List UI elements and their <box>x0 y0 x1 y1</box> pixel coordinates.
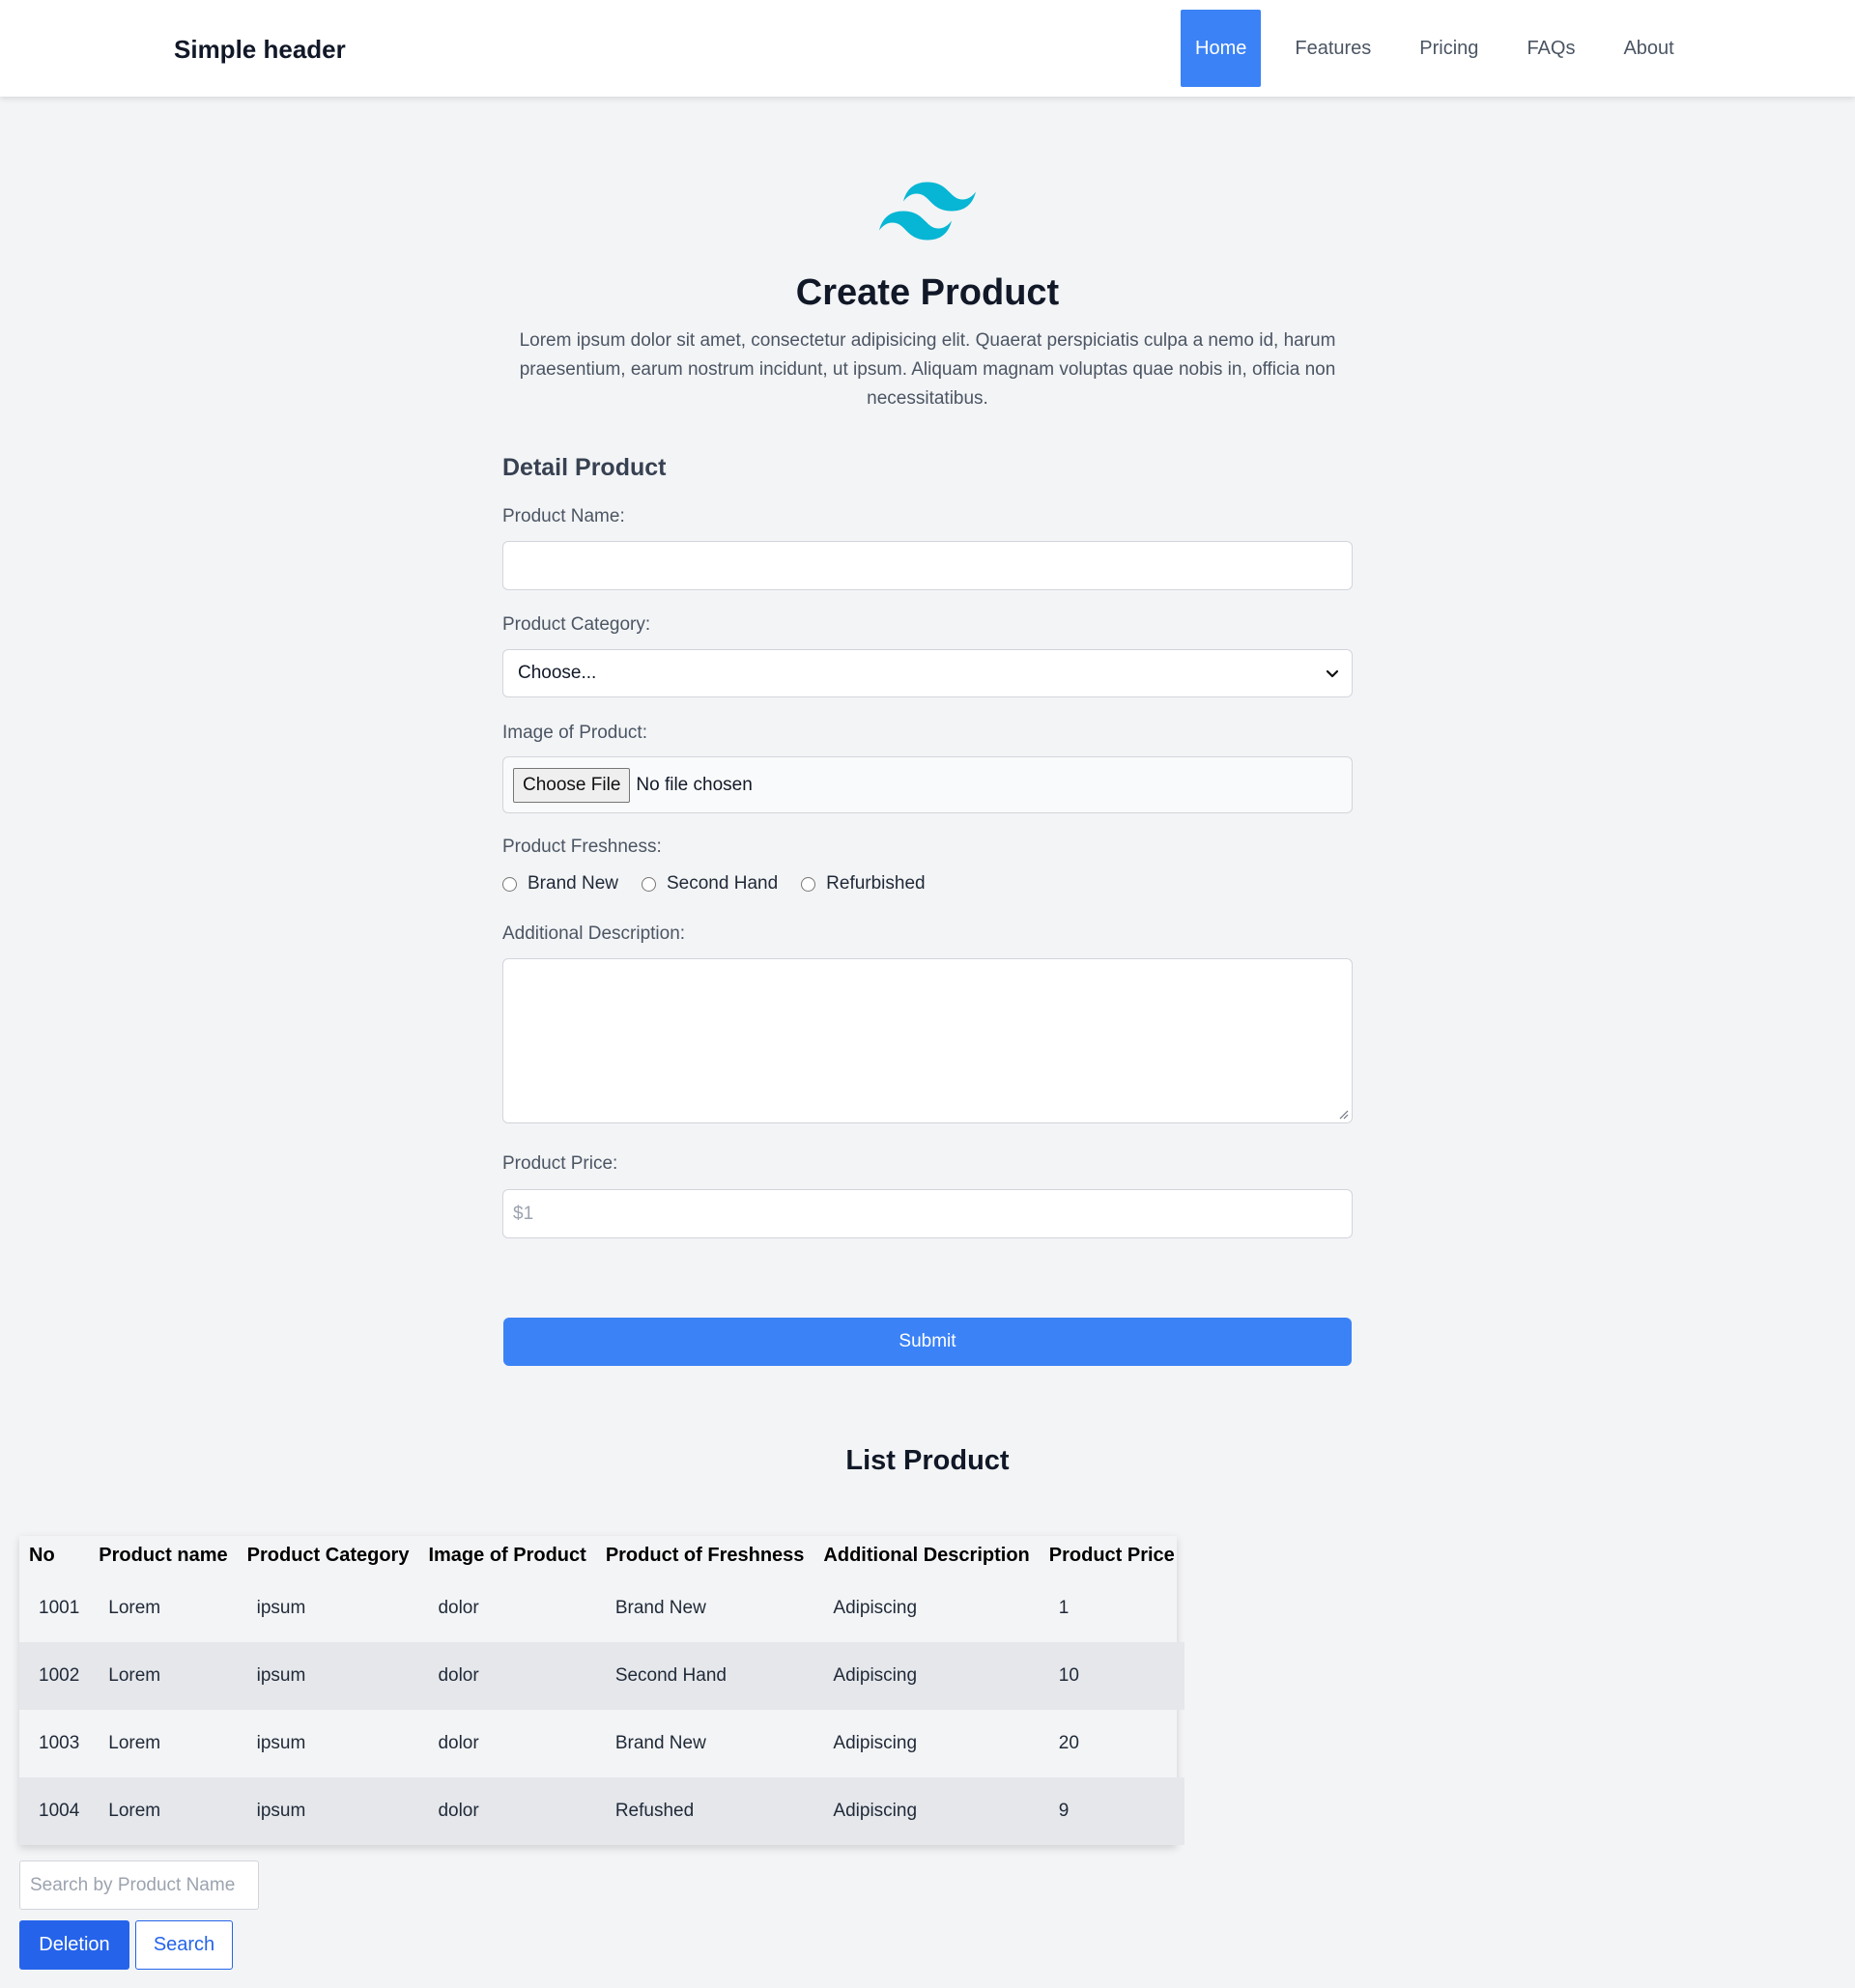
column-header-product-price: Product Price <box>1048 1544 1175 1566</box>
choose-file-button[interactable]: Choose File <box>513 767 631 803</box>
chevron-down-icon <box>1326 669 1339 678</box>
table-cell: ipsum <box>237 1642 419 1710</box>
table-cell: Lorem <box>89 1642 238 1710</box>
table-cell: Brand New <box>614 1733 706 1753</box>
nav-item-features[interactable]: Features <box>1280 10 1385 87</box>
product-name-label: Product Name: <box>502 506 625 526</box>
table-cell: 1001 <box>39 1598 80 1618</box>
table-cell: Lorem <box>108 1598 161 1618</box>
product-category-selected: Choose... <box>518 663 597 683</box>
top-header: Simple header Home Features Pricing FAQs… <box>0 0 1855 97</box>
nav-item-pricing[interactable]: Pricing <box>1405 10 1493 87</box>
table-header-row: No Product name Product Category Image o… <box>19 1536 1184 1575</box>
list-product-title: List Product <box>845 1445 1010 1476</box>
table-cell: ipsum <box>237 1777 419 1845</box>
table-cell: dolor <box>438 1598 479 1618</box>
radio-refurbished[interactable] <box>801 876 816 892</box>
table-cell: dolor <box>418 1777 596 1845</box>
brand-title[interactable]: Simple header <box>174 35 346 65</box>
section-title-detail-product: Detail Product <box>502 454 667 481</box>
radio-brand-new[interactable] <box>502 876 517 892</box>
column-header-product-category: Product Category <box>246 1544 410 1566</box>
table-row[interactable]: 1002 Lorem ipsum dolor Second Hand Adipi… <box>19 1642 1184 1710</box>
table-cell: ipsum <box>256 1598 306 1618</box>
tailwind-wave-logo-icon <box>879 182 976 241</box>
radio-refurbished-label: Refurbished <box>826 873 926 894</box>
column-header-product-of-freshness: Product of Freshness <box>605 1544 805 1566</box>
table-row[interactable]: 1003 Lorem ipsum dolor Brand New Adipisc… <box>19 1710 1184 1777</box>
table-row[interactable]: 1001 Lorem ipsum dolor Brand New Adipisc… <box>19 1575 1184 1642</box>
product-table: No Product name Product Category Image o… <box>19 1536 1184 1845</box>
product-category-select[interactable]: Choose... <box>502 649 1353 697</box>
submit-button[interactable]: Submit <box>503 1318 1352 1366</box>
resize-grip-icon[interactable] <box>1337 1108 1349 1120</box>
table-cell: 1004 <box>19 1777 90 1845</box>
product-price-placeholder: $1 <box>513 1203 534 1224</box>
radio-brand-new-label: Brand New <box>528 873 618 894</box>
column-header-image-of-product: Image of Product <box>428 1544 586 1566</box>
freshness-radio-group: Brand New Second Hand Refurbished <box>502 873 949 895</box>
main-nav: Home Features Pricing FAQs About <box>1181 10 1708 87</box>
deletion-button[interactable]: Deletion <box>19 1920 129 1970</box>
product-category-label: Product Category: <box>502 614 651 635</box>
product-table-container: No Product name Product Category Image o… <box>19 1536 1184 1845</box>
product-image-file-input[interactable]: Choose File No file chosen <box>502 756 1353 813</box>
table-row[interactable]: 1004 Lorem ipsum dolor Refushed Adipisci… <box>19 1777 1184 1845</box>
table-cell: Brand New <box>614 1598 706 1618</box>
table-cell: 1 <box>1058 1598 1070 1618</box>
freshness-option-brand-new[interactable]: Brand New <box>502 873 618 895</box>
table-cell: 1003 <box>39 1733 80 1753</box>
table-cell: Adipiscing <box>813 1642 1040 1710</box>
column-header-no: No <box>29 1544 55 1566</box>
table-cell: 10 <box>1039 1642 1184 1710</box>
table-cell: Adipiscing <box>833 1733 918 1753</box>
table-cell: ipsum <box>256 1733 306 1753</box>
page-lead-text: Lorem ipsum dolor sit amet, consectetur … <box>519 330 1336 409</box>
search-button[interactable]: Search <box>135 1920 233 1970</box>
additional-description-label: Additional Description: <box>502 923 686 944</box>
radio-second-hand[interactable] <box>642 876 656 892</box>
table-cell: 20 <box>1058 1733 1079 1753</box>
file-status-text: No file chosen <box>636 774 753 795</box>
product-freshness-label: Product Freshness: <box>502 837 662 857</box>
freshness-option-second-hand[interactable]: Second Hand <box>642 873 778 895</box>
table-cell: Lorem <box>108 1733 161 1753</box>
column-header-additional-description: Additional Description <box>823 1544 1030 1566</box>
additional-description-textarea[interactable] <box>502 958 1353 1123</box>
product-image-label: Image of Product: <box>502 723 647 743</box>
table-cell: 1002 <box>19 1642 90 1710</box>
page-title: Create Product <box>795 272 1060 313</box>
nav-item-about[interactable]: About <box>1609 10 1688 87</box>
nav-item-faqs[interactable]: FAQs <box>1512 10 1589 87</box>
table-cell: Adipiscing <box>833 1598 918 1618</box>
table-cell: Refushed <box>595 1777 814 1845</box>
product-price-input[interactable]: $1 <box>502 1189 1353 1238</box>
table-cell: 9 <box>1039 1777 1184 1845</box>
product-name-input[interactable] <box>502 541 1353 590</box>
table-cell: dolor <box>438 1733 479 1753</box>
nav-item-home[interactable]: Home <box>1181 10 1262 87</box>
product-price-label: Product Price: <box>502 1153 618 1174</box>
table-cell: Adipiscing <box>813 1777 1040 1845</box>
search-product-input[interactable]: Search by Product Name <box>19 1860 259 1910</box>
table-cell: Lorem <box>89 1777 238 1845</box>
column-header-product-name: Product name <box>99 1544 228 1566</box>
table-cell: Second Hand <box>595 1642 814 1710</box>
freshness-option-refurbished[interactable]: Refurbished <box>801 873 926 895</box>
radio-second-hand-label: Second Hand <box>667 873 779 894</box>
search-product-placeholder: Search by Product Name <box>30 1874 236 1895</box>
table-cell: dolor <box>418 1642 596 1710</box>
